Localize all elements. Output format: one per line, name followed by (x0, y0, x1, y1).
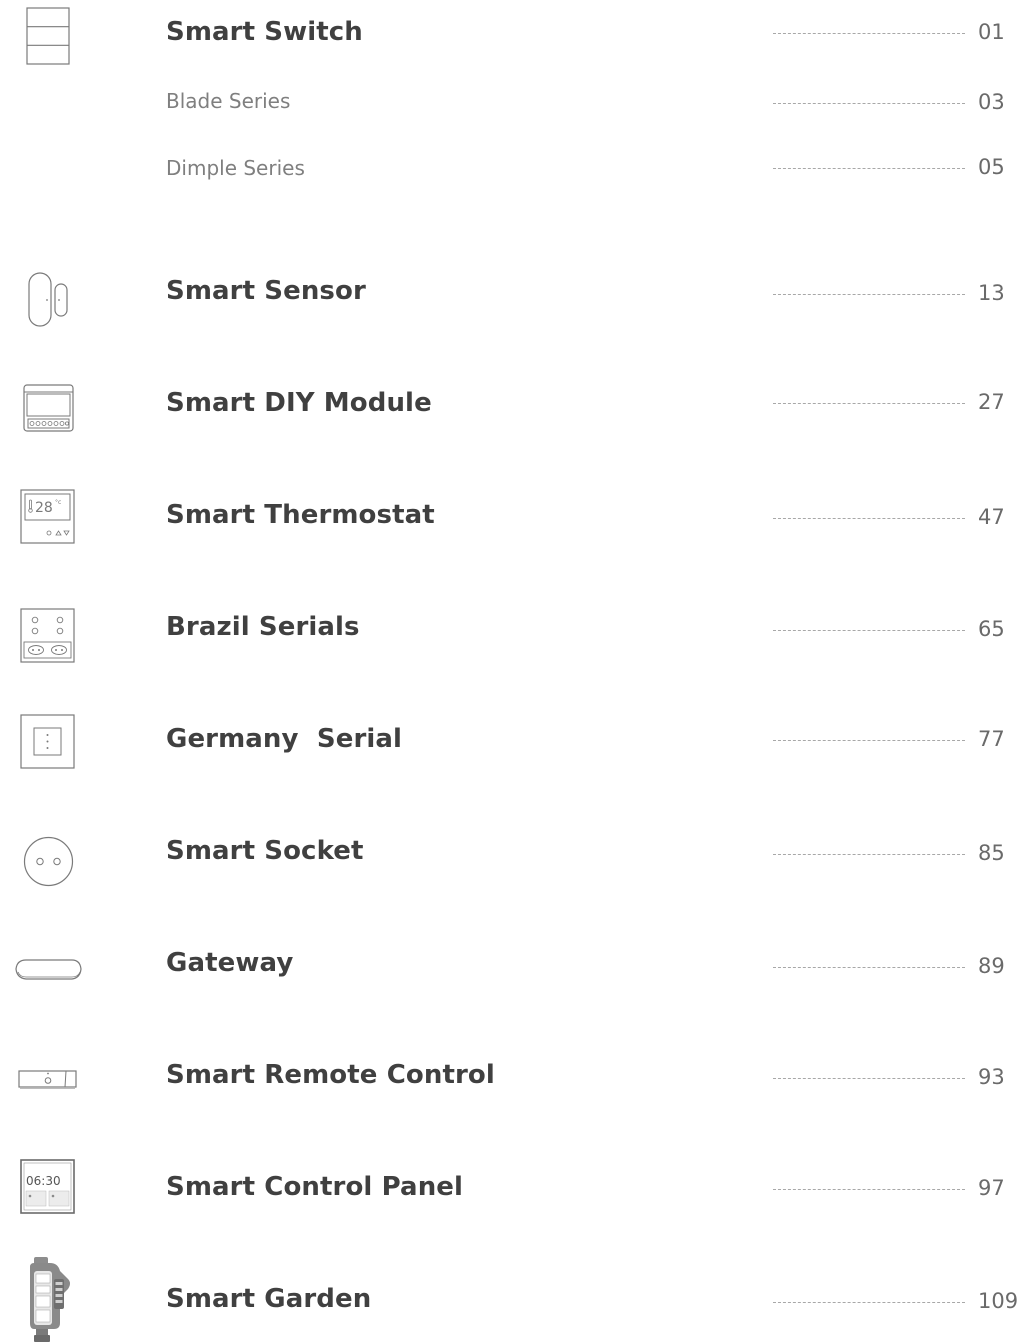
round-socket-icon (23, 836, 75, 888)
page-number[interactable]: 05 (978, 155, 1005, 179)
ir-remote-icon (18, 1066, 80, 1092)
toc-title-smart-garden[interactable]: Smart Garden (166, 1284, 371, 1314)
gateway-icon (14, 956, 84, 984)
garden-timer-icon (24, 1255, 74, 1343)
wall-switch-icon (26, 7, 70, 65)
page-number[interactable]: 03 (978, 90, 1005, 114)
dotted-leader (773, 103, 965, 104)
page-number[interactable]: 85 (978, 841, 1005, 865)
control-panel-time: 06:30 (26, 1174, 61, 1188)
dotted-leader (773, 168, 965, 169)
diy-module-icon (23, 384, 75, 434)
toc-title-smart-switch[interactable]: Smart Switch (166, 17, 363, 47)
toc-title-gateway[interactable]: Gateway (166, 948, 293, 978)
toc-subtitle-blade-series[interactable]: Blade Series (166, 89, 290, 113)
page-number[interactable]: 27 (978, 390, 1005, 414)
page-number[interactable]: 01 (978, 20, 1005, 44)
page-number[interactable]: 47 (978, 505, 1005, 529)
page-number[interactable]: 65 (978, 617, 1005, 641)
toc-subtitle-dimple-series[interactable]: Dimple Series (166, 156, 305, 180)
dotted-leader (773, 1189, 965, 1190)
dotted-leader (773, 740, 965, 741)
thermostat-display: 28 (35, 500, 53, 516)
dotted-leader (773, 518, 965, 519)
door-sensor-icon (28, 272, 70, 328)
germany-panel-icon (20, 714, 76, 770)
dotted-leader (773, 630, 965, 631)
thermostat-unit: °c (55, 499, 61, 506)
control-panel-icon: 06:30 (20, 1159, 76, 1215)
toc-title-brazil-serials[interactable]: Brazil Serials (166, 612, 360, 642)
page-number[interactable]: 97 (978, 1176, 1005, 1200)
toc-title-smart-socket[interactable]: Smart Socket (166, 836, 364, 866)
page-number[interactable]: 89 (978, 954, 1005, 978)
dotted-leader (773, 33, 965, 34)
brazil-socket-panel-icon (20, 608, 76, 664)
toc-title-smart-control-panel[interactable]: Smart Control Panel (166, 1172, 463, 1202)
dotted-leader (773, 1302, 965, 1303)
toc-page: { "toc": { "entries": [ {"title": "Smart… (0, 0, 1032, 1343)
dotted-leader (773, 967, 965, 968)
page-number[interactable]: 77 (978, 727, 1005, 751)
dotted-leader (773, 403, 965, 404)
toc-title-smart-thermostat[interactable]: Smart Thermostat (166, 500, 435, 530)
thermostat-icon: 28 °c (20, 489, 76, 545)
page-number[interactable]: 109 (978, 1289, 1018, 1313)
toc-title-smart-diy-module[interactable]: Smart DIY Module (166, 388, 432, 418)
toc-title-smart-remote-control[interactable]: Smart Remote Control (166, 1060, 495, 1090)
dotted-leader (773, 854, 965, 855)
page-number[interactable]: 13 (978, 281, 1005, 305)
dotted-leader (773, 1078, 965, 1079)
toc-title-germany-serial[interactable]: Germany Serial (166, 724, 402, 754)
dotted-leader (773, 294, 965, 295)
toc-title-smart-sensor[interactable]: Smart Sensor (166, 276, 366, 306)
page-number[interactable]: 93 (978, 1065, 1005, 1089)
